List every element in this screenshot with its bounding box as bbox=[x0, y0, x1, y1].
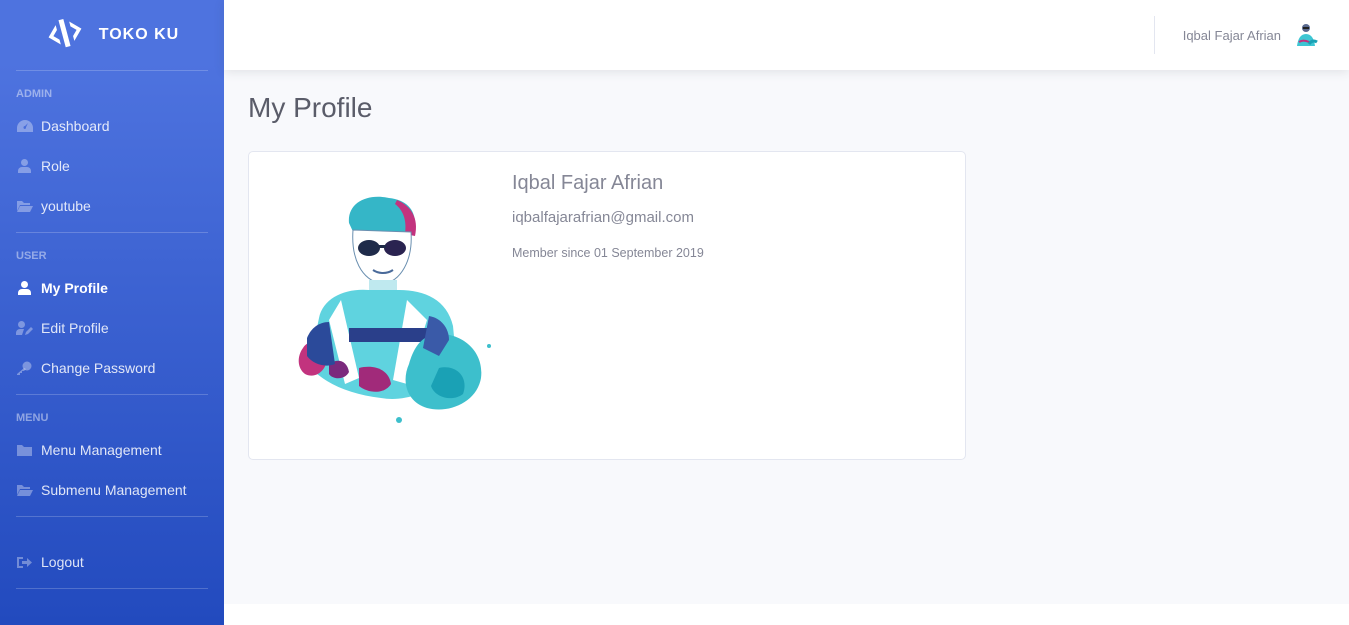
folder-open-icon bbox=[16, 483, 33, 497]
sidebar-item-dashboard[interactable]: Dashboard bbox=[0, 106, 224, 146]
page-title: My Profile bbox=[248, 92, 373, 123]
sidebar-item-role[interactable]: Role bbox=[0, 146, 224, 186]
sidebar-item-my-profile[interactable]: My Profile bbox=[0, 268, 224, 308]
topbar: Iqbal Fajar Afrian bbox=[224, 0, 1349, 70]
code-icon bbox=[45, 16, 85, 55]
sidebar-item-label: Menu Management bbox=[41, 442, 162, 458]
profile-photo bbox=[289, 188, 494, 433]
sidebar-item-label: Dashboard bbox=[41, 118, 110, 134]
sidebar-item-menu-management[interactable]: Menu Management bbox=[0, 430, 224, 470]
profile-info: Iqbal Fajar Afrian iqbalfajarafrian@gmai… bbox=[512, 172, 704, 260]
sidebar-item-label: Role bbox=[41, 158, 70, 174]
profile-name: Iqbal Fajar Afrian bbox=[512, 172, 664, 194]
sidebar-item-label: Submenu Management bbox=[41, 482, 187, 498]
user-tie-icon bbox=[16, 159, 33, 173]
sign-out-icon bbox=[16, 555, 33, 569]
sidebar-heading-menu: MENU bbox=[16, 412, 49, 424]
sidebar: TOKO KU ADMIN Dashboard Role youtube USE… bbox=[0, 0, 224, 625]
folder-icon bbox=[16, 443, 33, 457]
sidebar-item-label: Change Password bbox=[41, 360, 156, 376]
profile-member-since: Member since 01 September 2019 bbox=[512, 246, 704, 260]
topbar-divider bbox=[1154, 16, 1155, 54]
footer bbox=[224, 604, 1349, 625]
sidebar-item-label: My Profile bbox=[41, 280, 108, 296]
sidebar-item-logout[interactable]: Logout bbox=[0, 542, 224, 582]
sidebar-item-label: Logout bbox=[41, 554, 84, 570]
topbar-user-name: Iqbal Fajar Afrian bbox=[1182, 27, 1281, 43]
sidebar-item-youtube[interactable]: youtube bbox=[0, 186, 224, 226]
sidebar-heading-admin: ADMIN bbox=[16, 88, 53, 100]
sidebar-divider bbox=[16, 588, 208, 589]
brand[interactable]: TOKO KU bbox=[0, 0, 224, 70]
brand-name: TOKO KU bbox=[98, 26, 180, 43]
user-icon bbox=[16, 281, 33, 295]
sidebar-heading-user: USER bbox=[16, 250, 47, 262]
avatar bbox=[1291, 20, 1321, 50]
sidebar-item-submenu-management[interactable]: Submenu Management bbox=[0, 470, 224, 510]
sidebar-item-change-password[interactable]: Change Password bbox=[0, 348, 224, 388]
user-edit-icon bbox=[16, 321, 33, 335]
key-icon bbox=[16, 361, 33, 375]
profile-email: iqbalfajarafrian@gmail.com bbox=[512, 209, 694, 226]
sidebar-item-edit-profile[interactable]: Edit Profile bbox=[0, 308, 224, 348]
user-dropdown[interactable]: Iqbal Fajar Afrian bbox=[1183, 0, 1321, 70]
sidebar-item-label: youtube bbox=[41, 198, 91, 214]
folder-open-icon bbox=[16, 199, 33, 213]
sidebar-item-label: Edit Profile bbox=[41, 320, 109, 336]
profile-card: Iqbal Fajar Afrian iqbalfajarafrian@gmai… bbox=[248, 151, 966, 460]
tachometer-icon bbox=[16, 119, 33, 133]
